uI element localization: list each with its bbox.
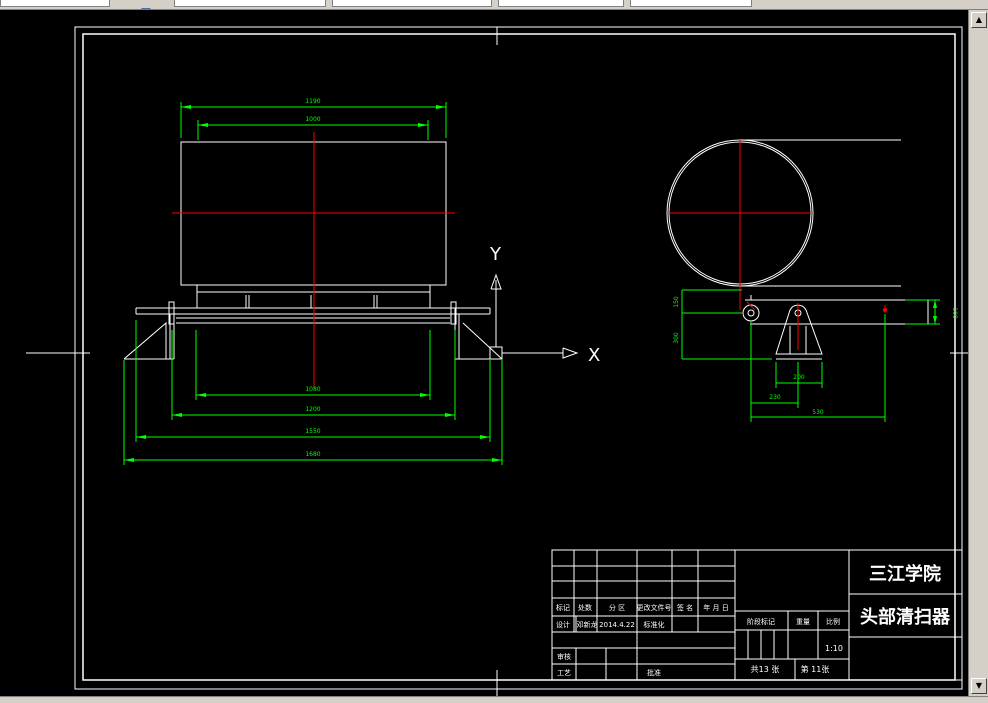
bolt-hole-mark	[883, 308, 887, 312]
review-label: 审核	[557, 652, 571, 661]
svg-text:设计: 设计	[556, 620, 570, 629]
lineweight-dropdown[interactable]	[498, 0, 624, 7]
weight-label: 重量	[796, 618, 810, 626]
svg-text:签 名: 签 名	[677, 603, 693, 612]
dim-side-h2: 230	[769, 394, 781, 401]
drawing-name: 头部清扫器	[860, 606, 951, 628]
properties-icon[interactable]	[141, 0, 151, 9]
linetype-dropdown[interactable]	[332, 0, 492, 7]
front-view	[123, 141, 503, 360]
dim-side-v2: 300	[673, 332, 680, 344]
dim-top-outer: 1190	[305, 98, 320, 105]
drawing-geometry	[26, 26, 968, 696]
svg-text:邓新龙: 邓新龙	[577, 620, 598, 629]
drawing-canvas[interactable]: 1190 1000 1080 1200 1550 1680 150 300 10…	[0, 10, 968, 696]
scroll-up-icon[interactable]: ▲	[971, 12, 987, 28]
color-dropdown[interactable]	[174, 0, 326, 7]
svg-text:标记: 标记	[556, 603, 570, 612]
ucs-labels: Y X	[489, 244, 600, 366]
svg-text:标准化: 标准化	[644, 620, 665, 629]
centerlines	[172, 132, 886, 388]
title-block-texts: 三江学院 头部清扫器 标记 处数 分 区 更改文件号 签 名 年 月 日 设计 …	[556, 563, 951, 677]
dimension-texts: 1190 1000 1080 1200 1550 1680 150 300 10…	[305, 98, 958, 458]
bracket	[775, 304, 823, 355]
layer-dropdown[interactable]	[0, 0, 110, 7]
stage-label: 阶段标记	[747, 617, 775, 626]
dim-side-h3: 530	[812, 409, 824, 416]
svg-text:处数: 处数	[578, 603, 592, 612]
approve-label: 批准	[647, 668, 661, 677]
outer-sheet-border	[74, 26, 963, 690]
dim-side-v1: 150	[673, 296, 680, 308]
scale-value: 1:10	[825, 644, 843, 653]
ucs-y-label: Y	[489, 244, 502, 265]
sheet-total: 共13 张	[751, 665, 780, 674]
scale-label: 比例	[826, 617, 840, 626]
vertical-scrollbar[interactable]: ▲ ▼	[968, 10, 988, 696]
ucs-x-label: X	[588, 345, 600, 366]
svg-text:分 区: 分 区	[609, 603, 625, 612]
dim-bottom-4: 1680	[305, 451, 320, 458]
inner-sheet-border	[82, 33, 956, 681]
layer-icon[interactable]	[114, 0, 124, 9]
sheet-number: 第 11张	[801, 664, 830, 674]
school-name: 三江学院	[869, 563, 941, 585]
svg-text:更改文件号: 更改文件号	[637, 603, 672, 612]
svg-text:年 月 日: 年 月 日	[703, 603, 728, 612]
dim-side-v3: 100	[951, 307, 958, 319]
toolbar	[0, 0, 988, 10]
plotstyle-dropdown[interactable]	[630, 0, 752, 7]
process-label: 工艺	[557, 669, 571, 677]
scroll-down-icon[interactable]: ▼	[971, 678, 987, 694]
dim-top-inner: 1000	[305, 116, 320, 123]
ucs-icon	[490, 273, 579, 359]
svg-text:2014.4.22: 2014.4.22	[599, 621, 635, 629]
dim-bottom-1: 1080	[305, 386, 320, 393]
dim-bottom-2: 1200	[305, 406, 320, 413]
dim-bottom-3: 1550	[305, 428, 320, 435]
dim-side-h1: 200	[793, 374, 805, 381]
